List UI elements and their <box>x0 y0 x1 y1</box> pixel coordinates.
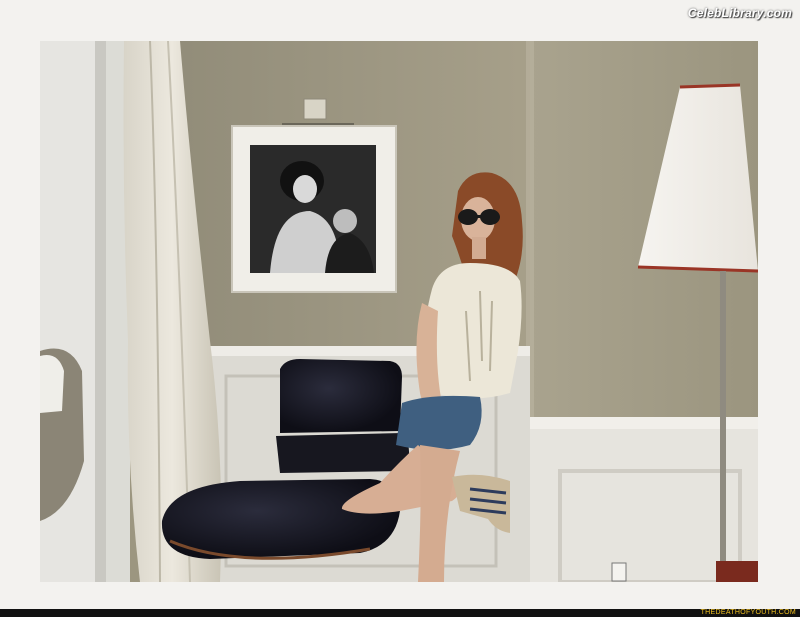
picture-light <box>303 98 327 120</box>
photo-scene <box>40 41 758 582</box>
watermark-bottom: THEDEATHOFYOUTH.COM <box>700 609 796 616</box>
denim-shorts <box>396 395 482 450</box>
wicker-cushion <box>40 355 64 413</box>
watermark-top: CelebLibrary.com <box>687 6 792 20</box>
watermark-bar: THEDEATHOFYOUTH.COM <box>0 609 800 617</box>
lounge-chair-back <box>280 359 402 433</box>
lampshade-trim-top <box>679 83 741 89</box>
outlet-icon <box>611 562 627 582</box>
polaroid-frame: CelebLibrary.com THEDEATHOFYOUTH.COM <box>0 0 800 617</box>
window-frame <box>95 41 107 582</box>
photograph <box>40 41 758 582</box>
sunglasses-icon <box>458 209 478 225</box>
knit-sweater <box>423 263 522 399</box>
lamp-base <box>716 561 758 582</box>
lamp-pole <box>720 271 726 571</box>
